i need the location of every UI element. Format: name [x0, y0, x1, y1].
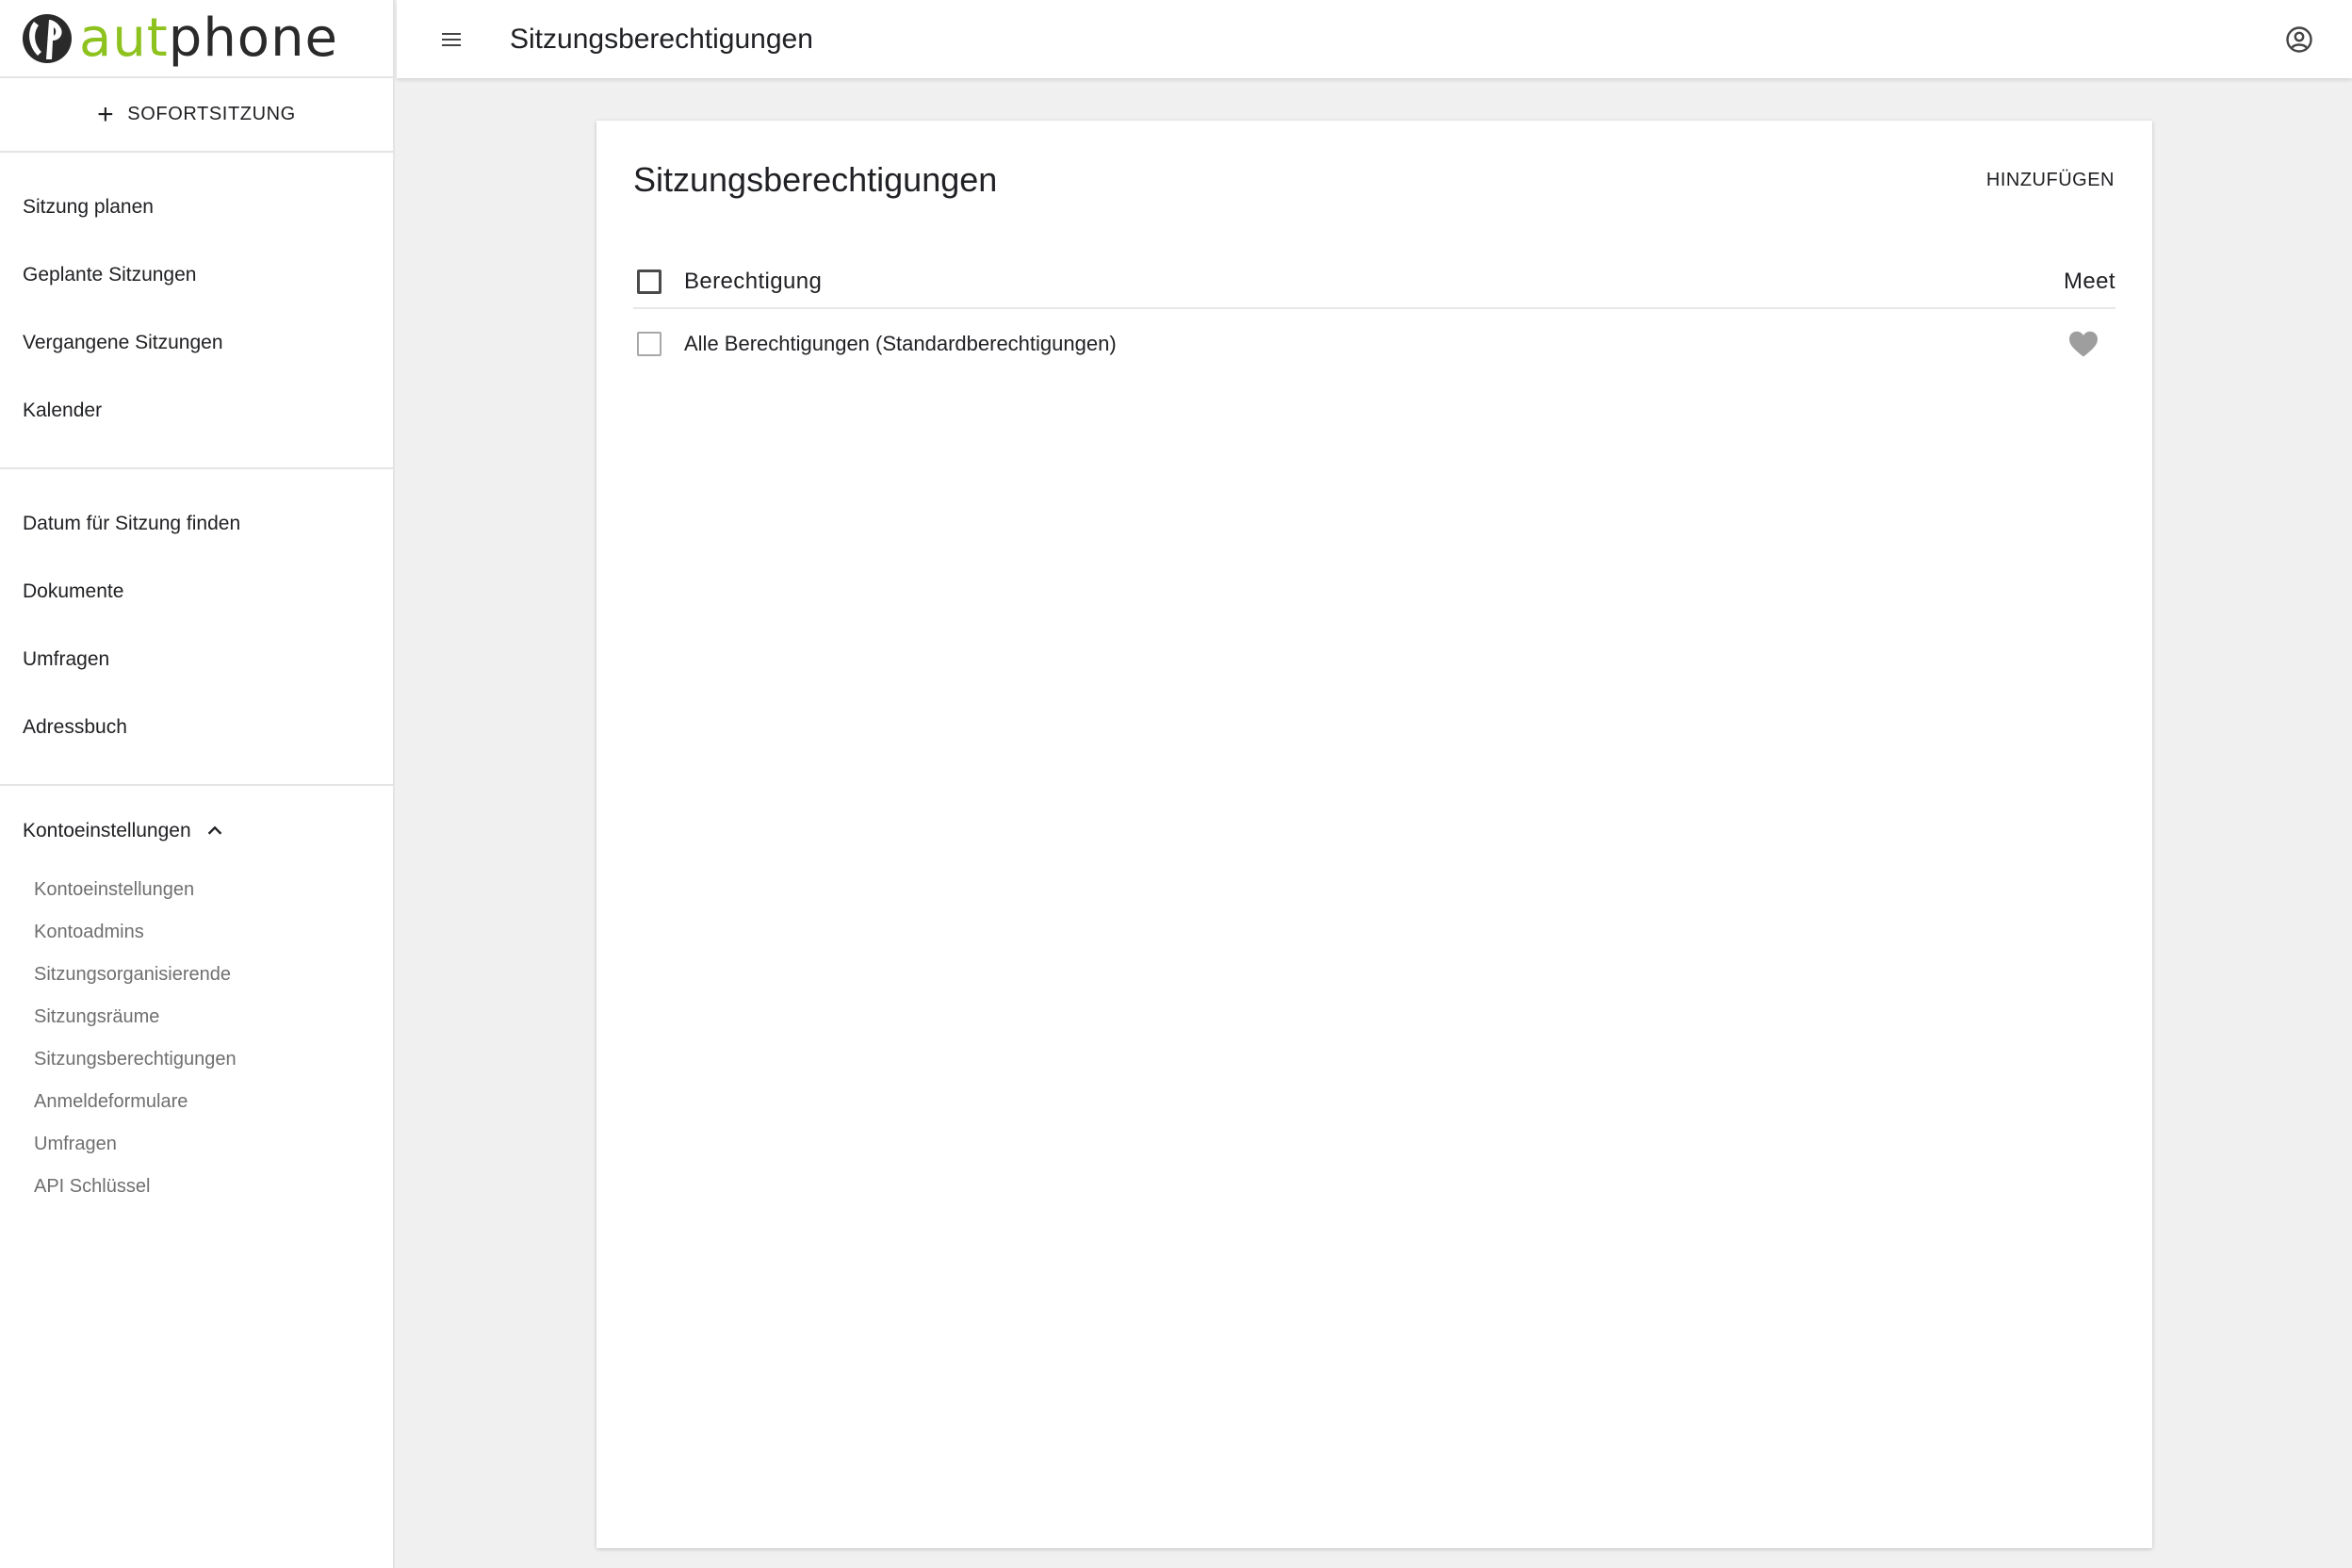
column-header-permission[interactable]: Berechtigung	[684, 269, 822, 295]
nav-item-find-date[interactable]: Datum für Sitzung finden	[0, 490, 393, 558]
subnav-meeting-rooms[interactable]: Sitzungsräume	[0, 996, 393, 1038]
row-checkbox[interactable]	[637, 332, 662, 356]
heart-icon	[2069, 331, 2098, 357]
permission-name: Alle Berechtigungen (Standardberechtigun…	[684, 332, 1117, 355]
instant-meeting-button[interactable]: + SOFORTSITZUNG	[0, 78, 393, 153]
sidebar: autphone + SOFORTSITZUNG Sitzung planen …	[0, 0, 395, 1568]
autphone-logo-icon	[23, 13, 72, 63]
nav-item-address-book[interactable]: Adressbuch	[0, 694, 393, 761]
account-settings-list: Kontoeinstellungen Kontoadmins Sitzungso…	[0, 859, 393, 1208]
subnav-api-keys[interactable]: API Schlüssel	[0, 1166, 393, 1208]
account-settings-label: Kontoeinstellungen	[23, 820, 191, 841]
table-row[interactable]: Alle Berechtigungen (Standardberechtigun…	[633, 313, 2115, 375]
nav-item-surveys[interactable]: Umfragen	[0, 626, 393, 694]
subnav-account-admins[interactable]: Kontoadmins	[0, 911, 393, 954]
nav-item-past-meetings[interactable]: Vergangene Sitzungen	[0, 309, 393, 377]
card-title: Sitzungsberechtigungen	[633, 160, 998, 199]
nav-group-meetings: Sitzung planen Geplante Sitzungen Vergan…	[0, 153, 393, 469]
table-header: Berechtigung Meet	[633, 256, 2115, 309]
add-button[interactable]: HINZUFÜGEN	[1986, 170, 2115, 191]
column-header-meet[interactable]: Meet	[2064, 269, 2115, 295]
subnav-account-settings[interactable]: Kontoeinstellungen	[0, 869, 393, 911]
nav-item-calendar[interactable]: Kalender	[0, 377, 393, 445]
nav-group-tools: Datum für Sitzung finden Dokumente Umfra…	[0, 469, 393, 786]
subnav-meeting-permissions[interactable]: Sitzungsberechtigungen	[0, 1038, 393, 1081]
nav-item-plan-meeting[interactable]: Sitzung planen	[0, 173, 393, 241]
nav-item-documents[interactable]: Dokumente	[0, 558, 393, 626]
subnav-surveys[interactable]: Umfragen	[0, 1123, 393, 1166]
top-bar: Sitzungsberechtigungen	[397, 0, 2352, 78]
permissions-card: Sitzungsberechtigungen HINZUFÜGEN Berech…	[596, 121, 2152, 1548]
instant-meeting-label: SOFORTSITZUNG	[127, 104, 296, 124]
plus-icon: +	[97, 98, 115, 130]
page-title: Sitzungsberechtigungen	[510, 23, 813, 55]
nav-item-scheduled-meetings[interactable]: Geplante Sitzungen	[0, 241, 393, 309]
logo-wordmark: autphone	[79, 7, 339, 69]
subnav-registration-forms[interactable]: Anmeldeformulare	[0, 1081, 393, 1123]
chevron-up-icon	[207, 825, 221, 835]
account-circle-icon[interactable]	[2280, 21, 2318, 58]
account-settings-toggle[interactable]: Kontoeinstellungen	[0, 803, 393, 859]
hamburger-menu-icon[interactable]	[433, 21, 470, 58]
select-all-checkbox[interactable]	[637, 270, 662, 294]
logo[interactable]: autphone	[0, 0, 393, 78]
subnav-organizers[interactable]: Sitzungsorganisierende	[0, 954, 393, 996]
